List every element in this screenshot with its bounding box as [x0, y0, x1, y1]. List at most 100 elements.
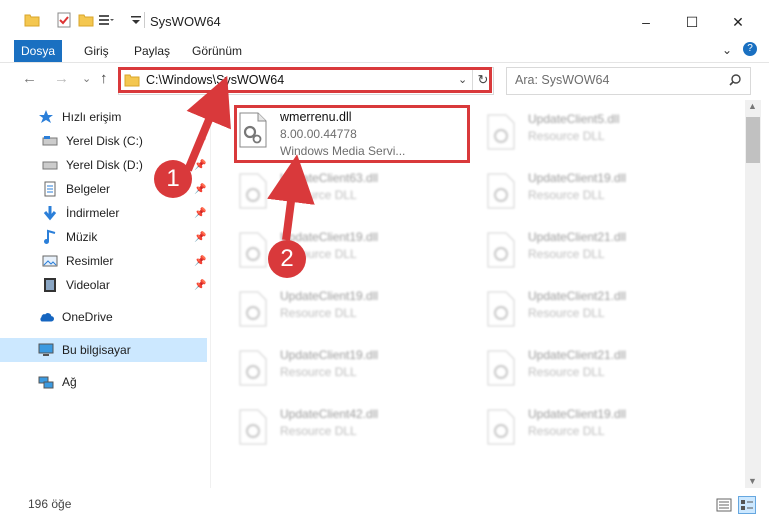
cloud-icon: [38, 309, 54, 325]
file-type: Resource DLL: [280, 188, 357, 202]
file-name: wmerrenu.dll: [280, 110, 352, 124]
file-type: Resource DLL: [280, 306, 357, 320]
list-item[interactable]: UpdateClient19.dll Resource DLL: [480, 401, 720, 457]
list-item[interactable]: UpdateClient21.dll Resource DLL: [480, 224, 720, 280]
star-icon: [38, 109, 54, 125]
sidebar-item-local-disk-c[interactable]: Yerel Disk (C:) 📌: [0, 129, 207, 153]
address-highlight-box: [118, 67, 492, 93]
callout-badge-2: 2: [268, 240, 306, 278]
scroll-up-icon[interactable]: ▲: [748, 101, 757, 111]
properties-icon[interactable]: [56, 12, 72, 28]
customize-toolbar-icon[interactable]: [98, 12, 114, 28]
sidebar-item-label: Ağ: [62, 375, 77, 389]
pin-icon[interactable]: 📌: [194, 208, 206, 219]
back-button[interactable]: ←: [22, 70, 37, 87]
drive-icon: [42, 157, 58, 173]
file-name: UpdateClient5.dll: [528, 112, 620, 126]
forward-button[interactable]: →: [54, 70, 69, 87]
list-item[interactable]: UpdateClient19.dll Resource DLL: [232, 283, 472, 339]
file-name: UpdateClient63.dll: [280, 171, 379, 185]
file-type: Resource DLL: [280, 365, 357, 379]
sidebar-item-quick-access[interactable]: Hızlı erişim: [0, 105, 207, 129]
dll-file-icon: [487, 291, 515, 327]
file-name: UpdateClient21.dll: [528, 230, 627, 244]
search-icon[interactable]: [728, 73, 742, 87]
dll-file-icon: [239, 112, 267, 148]
sidebar-item-label: Hızlı erişim: [62, 110, 122, 124]
tab-home[interactable]: Giriş: [74, 40, 119, 62]
file-type: Resource DLL: [528, 365, 605, 379]
pin-icon[interactable]: 📌: [194, 136, 206, 147]
ribbon-collapse-icon[interactable]: ⌄: [722, 43, 732, 57]
file-name: UpdateClient19.dll: [528, 171, 627, 185]
list-item[interactable]: UpdateClient21.dll Resource DLL: [480, 283, 720, 339]
list-item[interactable]: UpdateClient5.dll Resource DLL: [480, 106, 720, 162]
sidebar-item-label: Müzik: [66, 230, 98, 244]
pin-icon[interactable]: 📌: [194, 184, 206, 195]
separator: [144, 12, 145, 28]
file-item-wmerrenu[interactable]: wmerrenu.dll 8.00.00.44778 Windows Media…: [232, 104, 472, 160]
list-item[interactable]: UpdateClient19.dll Resource DLL: [480, 165, 720, 221]
up-button[interactable]: ↑: [100, 70, 108, 87]
sidebar-item-label: Videolar: [66, 278, 110, 292]
tiles-view-icon[interactable]: [738, 496, 756, 514]
drive-icon: [42, 133, 58, 149]
sidebar-item-label: İndirmeler: [66, 206, 120, 220]
scrollbar-thumb[interactable]: [746, 117, 760, 163]
documents-icon: [42, 181, 58, 197]
item-count: 196 öğe: [28, 497, 72, 511]
sidebar-item-pictures[interactable]: Resimler 📌: [0, 249, 207, 273]
list-item[interactable]: UpdateClient21.dll Resource DLL: [480, 342, 720, 398]
dll-file-icon: [487, 350, 515, 386]
pin-icon[interactable]: 📌: [194, 232, 206, 243]
file-type: Resource DLL: [528, 129, 605, 143]
file-name: UpdateClient21.dll: [528, 348, 627, 362]
tab-file[interactable]: Dosya: [14, 40, 62, 62]
recent-locations-icon[interactable]: ⌄: [82, 72, 91, 85]
network-icon: [38, 374, 54, 390]
pin-icon[interactable]: 📌: [194, 280, 206, 291]
details-view-icon[interactable]: [716, 498, 732, 512]
file-type: Resource DLL: [280, 424, 357, 438]
pin-icon[interactable]: 📌: [194, 256, 206, 267]
sidebar-item-label: Belgeler: [66, 182, 111, 196]
file-type: Resource DLL: [528, 188, 605, 202]
search-placeholder: Ara: SysWOW64: [515, 73, 610, 87]
minimize-button[interactable]: –: [623, 8, 669, 36]
sidebar-item-network[interactable]: Ağ: [0, 370, 207, 394]
sidebar-item-label: Yerel Disk (C:): [66, 134, 143, 148]
file-name: UpdateClient19.dll: [280, 289, 379, 303]
sidebar-item-label: Bu bilgisayar: [62, 343, 131, 357]
dll-file-icon: [487, 173, 515, 209]
status-bar: [0, 490, 769, 520]
sidebar-item-this-pc[interactable]: Bu bilgisayar: [0, 338, 207, 362]
help-icon[interactable]: ?: [743, 42, 757, 56]
dll-file-icon: [487, 114, 515, 150]
close-button[interactable]: ✕: [715, 8, 761, 36]
tab-share[interactable]: Paylaş: [124, 40, 180, 62]
sidebar-item-music[interactable]: Müzik 📌: [0, 225, 207, 249]
list-item[interactable]: UpdateClient63.dll Resource DLL: [232, 165, 472, 221]
sidebar-item-downloads[interactable]: İndirmeler 📌: [0, 201, 207, 225]
scroll-down-icon[interactable]: ▼: [748, 476, 757, 486]
pane-divider[interactable]: [210, 100, 211, 488]
download-icon: [42, 205, 58, 221]
sidebar-item-onedrive[interactable]: OneDrive: [0, 305, 207, 329]
new-folder-icon[interactable]: [78, 12, 94, 28]
folder-icon: [24, 14, 40, 27]
chevron-down-icon[interactable]: [128, 12, 144, 28]
file-name: UpdateClient42.dll: [280, 407, 379, 421]
window-title: SysWOW64: [150, 14, 221, 29]
file-type: Resource DLL: [528, 306, 605, 320]
dll-file-icon: [239, 232, 267, 268]
sidebar-item-videos[interactable]: Videolar 📌: [0, 273, 207, 297]
file-type: Resource DLL: [528, 424, 605, 438]
maximize-button[interactable]: ☐: [669, 8, 715, 36]
pictures-icon: [42, 253, 58, 269]
music-icon: [42, 229, 58, 245]
pin-icon[interactable]: 📌: [194, 160, 206, 171]
list-item[interactable]: UpdateClient19.dll Resource DLL: [232, 342, 472, 398]
sidebar-item-label: OneDrive: [62, 310, 113, 324]
tab-view[interactable]: Görünüm: [182, 40, 252, 62]
list-item[interactable]: UpdateClient42.dll Resource DLL: [232, 401, 472, 457]
